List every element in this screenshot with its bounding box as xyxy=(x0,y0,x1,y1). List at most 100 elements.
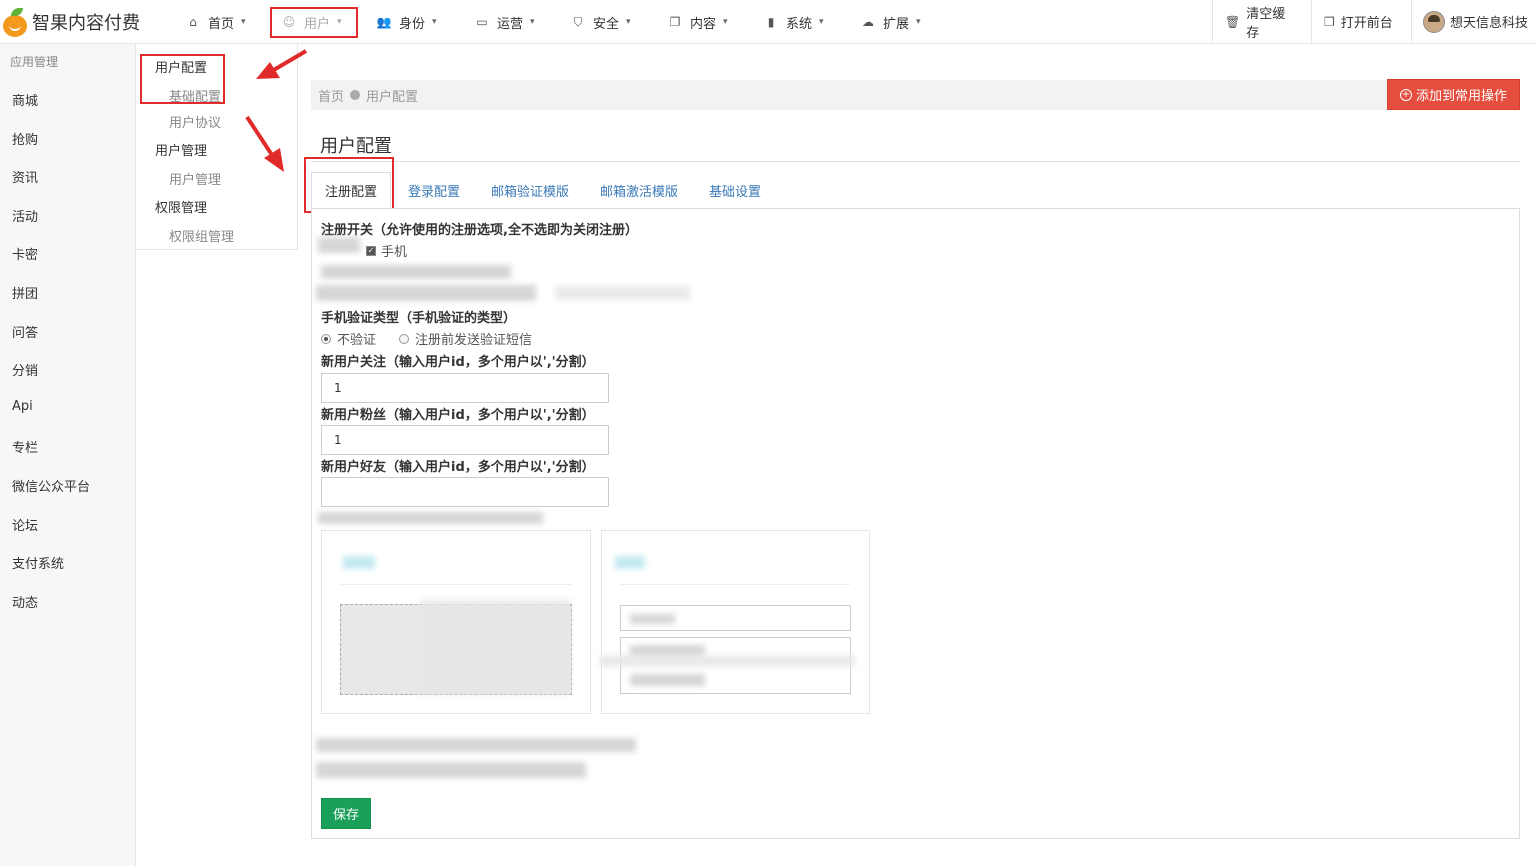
tab-login-config[interactable]: 登录配置 xyxy=(408,172,460,209)
save-button[interactable]: 保存 xyxy=(321,798,371,829)
redacted-options-2 xyxy=(555,286,690,300)
redacted-card-title xyxy=(615,556,645,569)
radio-icon xyxy=(399,333,409,344)
redacted-block xyxy=(420,600,570,695)
add-to-shortcuts-label: 添加到常用操作 xyxy=(1415,89,1507,104)
page-title: 用户配置 xyxy=(320,136,392,157)
submenu-item-user-agreement[interactable]: 用户协议 xyxy=(169,112,221,131)
tab-basic-settings[interactable]: 基础设置 xyxy=(709,172,761,209)
chevron-down-icon: ▾ xyxy=(626,17,631,27)
user-menu[interactable]: 想天信息科技 xyxy=(1411,0,1537,43)
register-option-phone[interactable]: ✓ 手机 xyxy=(366,241,407,260)
redacted-card-title xyxy=(343,556,375,569)
breadcrumb-separator-icon xyxy=(350,90,361,100)
highlight-box-submenu xyxy=(140,54,225,104)
nav-home-label: 首页 xyxy=(208,16,235,32)
new-user-fans-label: 新用户粉丝（输入用户id，多个用户以','分割） xyxy=(321,408,595,423)
breadcrumb-current: 用户配置 xyxy=(366,89,419,105)
cloud-icon: ☁ xyxy=(862,15,874,29)
app-sidebar: 应用管理 商城 抢购 资讯 活动 卡密 拼团 问答 分销 Api 专栏 微信公众… xyxy=(0,44,136,866)
redacted-label xyxy=(321,265,511,279)
register-switch-label: 注册开关（允许使用的注册选项,全不选即为关闭注册） xyxy=(321,223,638,238)
nav-security-label: 安全 xyxy=(593,16,620,32)
redacted-option xyxy=(318,237,360,253)
chevron-down-icon: ▾ xyxy=(241,17,246,27)
sidebar-item-feed[interactable]: 动态 xyxy=(12,592,38,611)
sidebar-item-mall[interactable]: 商城 xyxy=(12,90,38,109)
open-frontend-button[interactable]: ❐ 打开前台 xyxy=(1311,0,1411,43)
nav-identity[interactable]: 👥 身份 ▾ xyxy=(377,8,437,36)
new-user-follow-input[interactable]: 1 xyxy=(321,373,609,403)
breadcrumb-home[interactable]: 首页 xyxy=(318,86,344,105)
nav-identity-label: 身份 xyxy=(399,16,426,32)
chevron-down-icon: ▾ xyxy=(530,17,535,27)
nav-content-label: 内容 xyxy=(690,16,717,32)
new-user-friend-label: 新用户好友（输入用户id，多个用户以','分割） xyxy=(321,460,595,475)
submenu-item-permission-groups[interactable]: 权限组管理 xyxy=(169,226,234,245)
nav-extension[interactable]: ☁ 扩展 ▾ xyxy=(861,8,921,36)
redacted-text xyxy=(600,655,855,667)
new-user-friend-input[interactable] xyxy=(321,477,609,507)
new-user-fans-input[interactable]: 1 xyxy=(321,425,609,455)
radio-selected-icon xyxy=(321,333,331,344)
submenu-group-permission[interactable]: 权限管理 xyxy=(155,197,207,216)
nav-content[interactable]: ❐ 内容 ▾ xyxy=(668,8,728,36)
chevron-down-icon: ▾ xyxy=(723,17,728,27)
sidebar-item-qa[interactable]: 问答 xyxy=(12,322,38,341)
sidebar-item-flashsale[interactable]: 抢购 xyxy=(12,129,38,148)
trash-icon: 🗑 xyxy=(1225,14,1241,29)
breadcrumb: 首页 用户配置 xyxy=(311,80,1520,110)
phone-verify-label: 手机验证类型（手机验证的类型） xyxy=(321,311,517,326)
submenu-item-user-manage[interactable]: 用户管理 xyxy=(169,169,221,188)
nav-system-label: 系统 xyxy=(786,16,813,32)
tab-email-activate-template[interactable]: 邮箱激活模版 xyxy=(600,172,678,209)
sidebar-item-api[interactable]: Api xyxy=(12,399,33,414)
tab-email-verify-template[interactable]: 邮箱验证模版 xyxy=(491,172,569,209)
sidebar-item-groupbuy[interactable]: 拼团 xyxy=(12,283,38,302)
plus-circle-icon: + xyxy=(1399,88,1412,101)
chevron-down-icon: ▾ xyxy=(432,17,437,27)
nav-system[interactable]: ▮ 系统 ▾ xyxy=(764,8,824,36)
nav-operation-label: 运营 xyxy=(497,16,524,32)
phone-verify-option-sms-label: 注册前发送验证短信 xyxy=(415,333,533,348)
new-user-follow-label: 新用户关注（输入用户id，多个用户以','分割） xyxy=(321,355,595,370)
nav-home[interactable]: ⌂ 首页 ▾ xyxy=(186,8,246,36)
username-label: 想天信息科技 xyxy=(1450,16,1529,31)
nav-security[interactable]: ⛉ 安全 ▾ xyxy=(571,8,631,36)
sidebar-item-cards[interactable]: 卡密 xyxy=(12,244,38,263)
phone-verify-option-none[interactable]: 不验证 xyxy=(321,329,376,348)
redacted-text xyxy=(630,614,675,624)
copy-icon: ❐ xyxy=(1324,14,1335,29)
sidebar-item-distribution[interactable]: 分销 xyxy=(12,360,38,379)
avatar xyxy=(1423,10,1445,33)
redacted-label xyxy=(318,512,543,524)
top-navbar: 智果内容付费 ⌂ 首页 ▾ ☺ 用户 ▾ 👥 身份 ▾ ▭ 运营 ▾ ⛉ 安全 … xyxy=(0,0,1537,44)
submenu-group-user-manage[interactable]: 用户管理 xyxy=(155,140,207,159)
redacted-options xyxy=(316,762,586,778)
redacted-label xyxy=(316,738,636,752)
home-icon: ⌂ xyxy=(189,15,197,29)
book-icon: ▮ xyxy=(767,15,775,29)
divider xyxy=(620,584,850,585)
sidebar-item-forum[interactable]: 论坛 xyxy=(12,515,38,534)
sidebar-item-news[interactable]: 资讯 xyxy=(12,167,38,186)
sidebar-item-column[interactable]: 专栏 xyxy=(12,437,38,456)
sidebar-item-payment[interactable]: 支付系统 xyxy=(12,553,64,572)
users-icon: 👥 xyxy=(376,15,392,29)
phone-verify-option-sms[interactable]: 注册前发送验证短信 xyxy=(399,329,532,348)
sidebar-item-wechat[interactable]: 微信公众平台 xyxy=(12,476,90,495)
sidebar-item-events[interactable]: 活动 xyxy=(12,206,38,225)
chevron-down-icon: ▾ xyxy=(916,17,921,27)
add-to-shortcuts-button[interactable]: + 添加到常用操作 xyxy=(1387,79,1520,110)
register-option-phone-label: 手机 xyxy=(381,245,408,260)
phone-verify-option-none-label: 不验证 xyxy=(337,333,377,348)
brand-name: 智果内容付费 xyxy=(32,13,140,34)
clear-cache-button[interactable]: 🗑 清空缓存 xyxy=(1212,0,1309,43)
chevron-down-icon: ▾ xyxy=(819,17,824,27)
redacted-text xyxy=(630,674,705,686)
nav-operation[interactable]: ▭ 运营 ▾ xyxy=(475,8,535,36)
brand-logo[interactable]: 智果内容付费 xyxy=(0,4,140,40)
highlight-box-nav-user xyxy=(270,7,358,38)
divider xyxy=(311,161,1520,162)
shield-icon: ⛉ xyxy=(573,14,583,29)
